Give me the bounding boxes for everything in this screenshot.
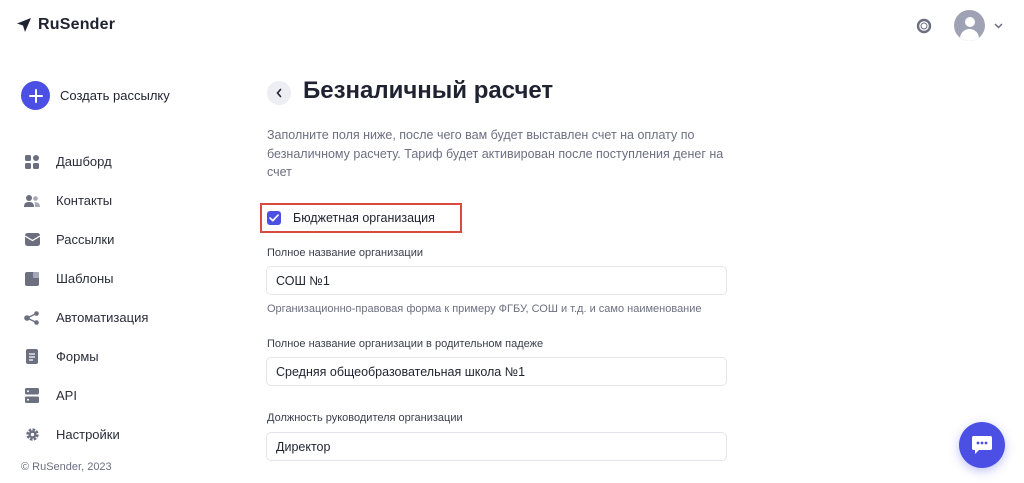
user-icon[interactable] <box>954 10 985 41</box>
head-position-input[interactable] <box>266 432 727 461</box>
user-menu[interactable] <box>954 10 1003 41</box>
sidebar-item-settings[interactable]: Настройки <box>24 415 148 454</box>
checkbox-label: Бюджетная организация <box>293 211 435 225</box>
org-name-input[interactable] <box>266 266 727 295</box>
chevron-left-icon <box>276 88 282 98</box>
sidebar-item-label: Рассылки <box>56 232 115 247</box>
contacts-icon <box>24 193 40 209</box>
mail-icon <box>24 232 40 248</box>
sidebar-item-label: Контакты <box>56 193 113 208</box>
org-name-genitive-label: Полное название организации в родительно… <box>267 338 544 350</box>
sidebar-item-campaigns[interactable]: Рассылки <box>24 220 148 259</box>
copyright: © RuSender, 2023 <box>21 461 112 473</box>
sidebar-item-label: Шаблоны <box>56 271 114 286</box>
sidebar-item-label: Дашборд <box>56 154 112 169</box>
lifebuoy-icon[interactable] <box>914 16 934 36</box>
automation-icon <box>24 310 40 326</box>
chat-button[interactable] <box>959 422 1005 468</box>
sidebar-item-dashboard[interactable]: Дашборд <box>24 142 148 181</box>
sidebar-item-api[interactable]: API <box>24 376 148 415</box>
create-campaign-button[interactable]: Создать рассылку <box>21 81 170 110</box>
org-name-label: Полное название организации <box>267 247 424 259</box>
sidebar-item-label: Автоматизация <box>56 310 149 325</box>
sidebar-item-label: Формы <box>56 349 99 364</box>
budget-organization-checkbox[interactable]: Бюджетная организация <box>260 203 462 233</box>
dashboard-icon <box>24 154 40 170</box>
intro-text: Заполните поля ниже, после чего вам буде… <box>267 128 724 179</box>
sidebar-item-label: Настройки <box>56 427 120 442</box>
plus-icon <box>21 81 50 110</box>
top-bar: RuSender <box>0 0 1024 52</box>
sidebar-item-label: API <box>56 388 77 403</box>
create-campaign-label: Создать рассылку <box>60 88 170 103</box>
chat-icon <box>972 436 992 454</box>
logo[interactable]: RuSender <box>16 16 115 34</box>
page-title: Безналичный расчет <box>303 77 554 104</box>
sidebar-nav: Дашборд Контакты Рассылки Шаблоны Автома… <box>24 142 148 454</box>
sidebar-item-templates[interactable]: Шаблоны <box>24 259 148 298</box>
checkbox-checked-icon[interactable] <box>267 211 281 225</box>
templates-icon <box>24 271 40 287</box>
chevron-down-icon[interactable] <box>993 21 1003 31</box>
back-button[interactable] <box>267 81 291 105</box>
sidebar-item-contacts[interactable]: Контакты <box>24 181 148 220</box>
logo-text: RuSender <box>38 16 116 33</box>
sidebar-item-automation[interactable]: Автоматизация <box>24 298 148 337</box>
sidebar-item-forms[interactable]: Формы <box>24 337 148 376</box>
org-name-genitive-input[interactable] <box>266 357 727 386</box>
logo-arrow-icon <box>17 18 31 32</box>
forms-icon <box>24 349 40 365</box>
org-name-hint: Организационно-правовая форма к примеру … <box>267 303 702 315</box>
head-position-label: Должность руководителя организации <box>267 412 463 424</box>
api-icon <box>24 388 40 404</box>
gear-icon <box>24 427 40 443</box>
